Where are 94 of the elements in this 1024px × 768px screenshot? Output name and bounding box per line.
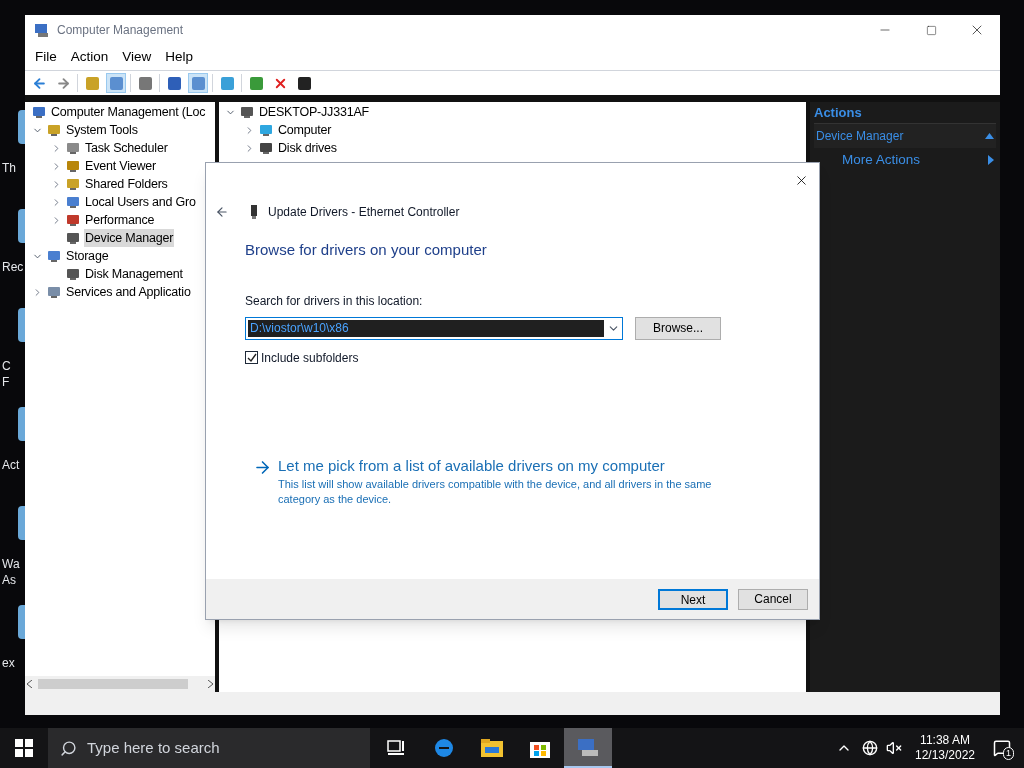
- notifications-button[interactable]: 1: [980, 728, 1024, 768]
- computer-management-icon: [577, 737, 599, 757]
- collapse-triangle-icon[interactable]: [985, 133, 994, 139]
- tree-node-icon: [258, 122, 274, 138]
- toolbar-icon: [220, 76, 234, 90]
- desktop-icon-label: ex: [2, 655, 15, 671]
- tree-item[interactable]: Storage: [65, 247, 110, 265]
- clock-date[interactable]: 12/13/2022: [914, 748, 976, 763]
- tree-node-icon: [31, 104, 47, 120]
- search-icon: [60, 739, 77, 757]
- dialog-title: Update Drivers - Ethernet Controller: [268, 204, 460, 221]
- dialog-button[interactable]: Next: [658, 588, 728, 610]
- toolbar-icon: [297, 76, 311, 90]
- browser-icon: [434, 738, 454, 758]
- muted-speaker-icon[interactable]: [886, 740, 902, 756]
- menu-item[interactable]: Help: [158, 47, 201, 68]
- tree-item[interactable]: Disk drives: [277, 139, 338, 157]
- network-adapter-icon: [250, 205, 258, 219]
- toolbar-icon: [85, 76, 99, 90]
- notification-count: 1: [1003, 747, 1014, 760]
- submenu-triangle-icon: [988, 155, 994, 165]
- menu-item[interactable]: Action: [63, 47, 116, 68]
- notifications-icon: [993, 739, 1011, 757]
- tree-node-icon: [65, 176, 81, 192]
- browse-button[interactable]: Browse...: [635, 316, 721, 340]
- toolbar-icon: [191, 76, 205, 90]
- folder-icon: [481, 739, 503, 757]
- tree-node-icon: [65, 230, 81, 246]
- menu-item[interactable]: View: [115, 47, 159, 68]
- clock-time[interactable]: 11:38 AM: [920, 733, 970, 748]
- dialog-heading: Browse for drivers on your computer: [245, 240, 488, 260]
- app-icon: [34, 22, 50, 38]
- tree-item[interactable]: DESKTOP-JJ331AF: [258, 103, 370, 121]
- tree-item[interactable]: Task Scheduler: [84, 139, 169, 157]
- tree-item[interactable]: Performance: [84, 211, 156, 229]
- checkbox-label: Include subfolders: [261, 349, 359, 367]
- action-link[interactable]: More Actions: [842, 149, 921, 171]
- desktop-shortcut-icon[interactable]: [18, 407, 25, 441]
- desktop-icon-label: Act: [2, 457, 20, 473]
- desktop-shortcut-icon[interactable]: [18, 308, 25, 342]
- toolbar-icon: [109, 76, 123, 90]
- pick-driver-link[interactable]: Let me pick from a list of available drivers on my computer: [278, 454, 723, 477]
- field-label: Search for drivers in this location:: [245, 292, 424, 310]
- window-title: Computer Management: [57, 22, 184, 39]
- tree-item[interactable]: Computer Management (Loc: [50, 103, 207, 121]
- search-input[interactable]: Type here to search: [87, 736, 347, 760]
- scrollbar-thumb[interactable]: [38, 679, 188, 689]
- menu-item[interactable]: File: [28, 47, 64, 68]
- scroll-right-icon[interactable]: [208, 680, 213, 688]
- tree-node-icon: [46, 248, 62, 264]
- toolbar-icon: [167, 76, 181, 90]
- tree-item[interactable]: Event Viewer: [84, 157, 158, 175]
- tree-node-icon: [239, 104, 255, 120]
- link-description: This list will show available drivers compatible with the device, and all drivers in the same category as the device.: [278, 477, 713, 507]
- tree-node-icon: [65, 266, 81, 282]
- tree-node-icon: [65, 158, 81, 174]
- back-icon: [31, 75, 47, 91]
- horizontal-scrollbar[interactable]: [25, 676, 215, 692]
- tree-item[interactable]: Disk Management: [84, 265, 184, 283]
- tree-item[interactable]: Computer: [277, 121, 333, 139]
- tree-item[interactable]: System Tools: [65, 121, 139, 139]
- desktop-shortcut-icon[interactable]: [18, 605, 25, 639]
- network-icon[interactable]: [862, 740, 878, 756]
- dialog-button[interactable]: Cancel: [738, 588, 808, 610]
- scroll-left-icon[interactable]: [27, 680, 32, 688]
- tree-node-icon: [258, 140, 274, 156]
- tree-node-icon: [65, 194, 81, 210]
- tree-item[interactable]: Local Users and Gro: [84, 193, 197, 211]
- desktop-shortcut-icon[interactable]: [18, 110, 25, 144]
- checkbox[interactable]: [245, 351, 258, 364]
- desktop-shortcut-icon[interactable]: [18, 209, 25, 243]
- path-combo-box[interactable]: D:\viostor\w10\x86: [245, 316, 623, 340]
- tree-item[interactable]: Device Manager: [84, 229, 175, 247]
- desktop-icon-label: C: [2, 358, 11, 374]
- desktop-shortcut-icon[interactable]: [18, 506, 25, 540]
- windows-logo-icon: [15, 739, 33, 757]
- tree-item[interactable]: Shared Folders: [84, 175, 169, 193]
- task-view-icon: [387, 740, 405, 756]
- tree-node-icon: [46, 284, 62, 300]
- tree-node-icon: [46, 122, 62, 138]
- desktop-icon-label: Th: [2, 160, 16, 176]
- desktop-icon-label: Wa: [2, 556, 20, 572]
- tree-node-icon: [65, 212, 81, 228]
- toolbar-icon: [138, 76, 152, 90]
- desktop-icon-label: As: [2, 572, 17, 588]
- desktop-icon-label: Rec: [2, 259, 24, 275]
- search-box[interactable]: Type here to search: [48, 728, 370, 768]
- maximize-icon: [925, 24, 937, 36]
- checkmark-icon: [246, 352, 257, 363]
- forward-icon: [55, 75, 71, 91]
- tree-node-icon: [65, 140, 81, 156]
- desktop-icon-label: F: [2, 374, 11, 390]
- toolbar-icon: [249, 76, 263, 90]
- tree-item[interactable]: Services and Applicatio: [65, 283, 192, 301]
